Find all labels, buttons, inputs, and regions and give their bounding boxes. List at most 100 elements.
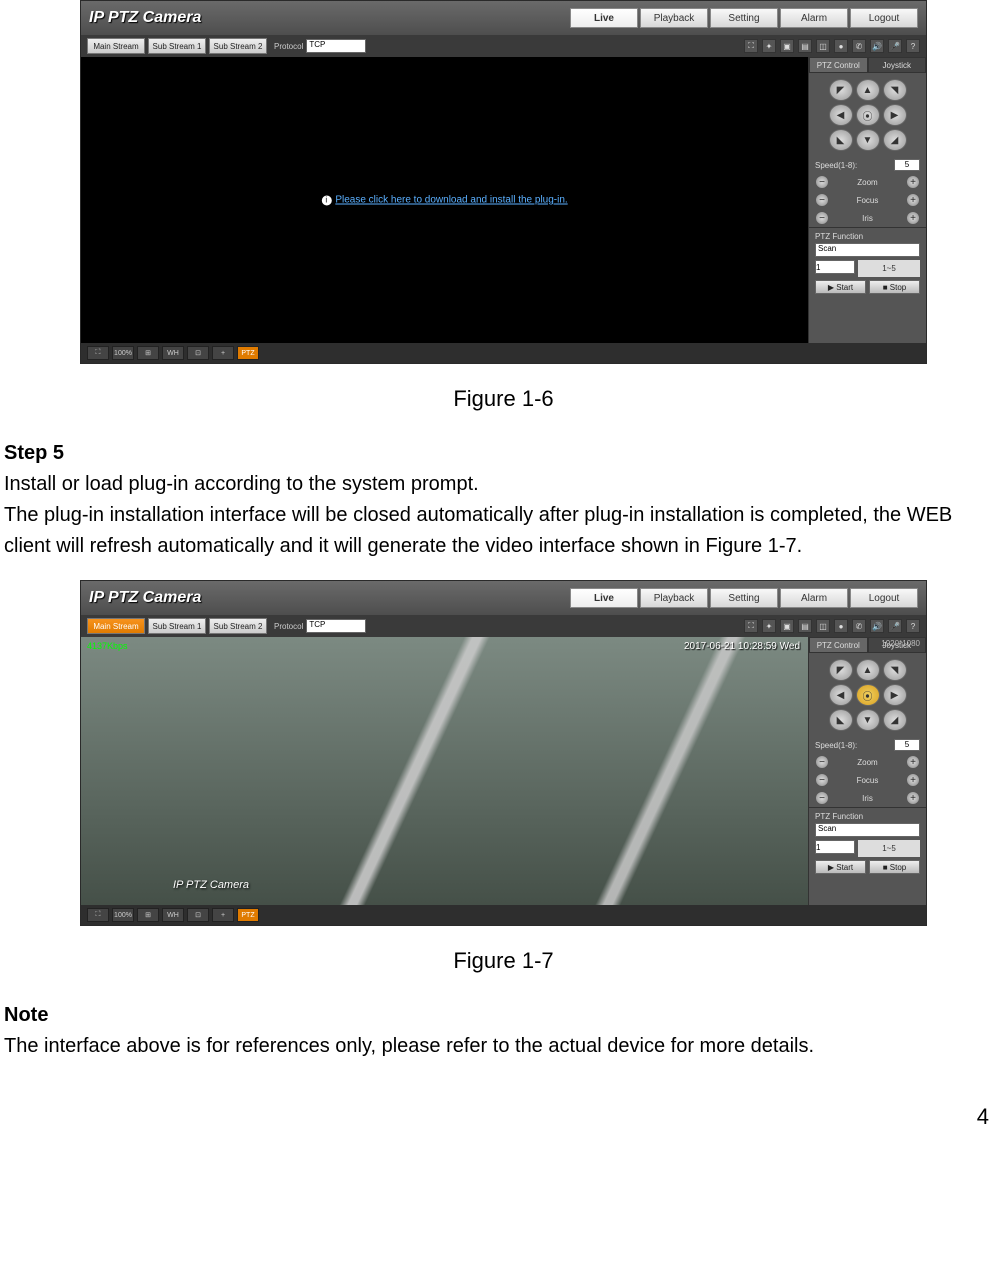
nav-tab-alarm[interactable]: Alarm — [780, 8, 848, 28]
stream-sub2-2[interactable]: Sub Stream 2 — [209, 618, 267, 634]
focus-near-button-2[interactable]: − — [815, 773, 829, 787]
snapshot-icon-2[interactable]: ▣ — [780, 619, 794, 633]
ptz-left-icon-2[interactable]: ◀ — [829, 684, 853, 706]
help-icon-2[interactable]: ? — [906, 619, 920, 633]
stream-sub2[interactable]: Sub Stream 2 — [209, 38, 267, 54]
stream-sub1-2[interactable]: Sub Stream 1 — [148, 618, 206, 634]
zoom-in-button-2[interactable]: + — [906, 755, 920, 769]
footer-fit-icon[interactable]: ⛶ — [87, 346, 109, 360]
zoom-out-button[interactable]: − — [815, 175, 829, 189]
nav-tab-logout[interactable]: Logout — [850, 8, 918, 28]
ptz-up-left-icon-2[interactable]: ◤ — [829, 659, 853, 681]
protocol-select[interactable]: TCP — [306, 39, 366, 53]
focus-far-button-2[interactable]: + — [906, 773, 920, 787]
ptz-center-icon[interactable]: ⦿ — [856, 104, 880, 126]
ptz-right-icon[interactable]: ▶ — [883, 104, 907, 126]
ptz-up-right-icon-2[interactable]: ◥ — [883, 659, 907, 681]
zoom-in-button[interactable]: + — [906, 175, 920, 189]
zoom-area-icon-2[interactable]: ◫ — [816, 619, 830, 633]
iris-open-button[interactable]: + — [906, 211, 920, 225]
iris-open-button-2[interactable]: + — [906, 791, 920, 805]
footer-plus-icon-2[interactable]: + — [212, 908, 234, 922]
ptz-right-icon-2[interactable]: ▶ — [883, 684, 907, 706]
ptz-stop-button-2[interactable]: ■ Stop — [869, 860, 920, 874]
footer-wh-button[interactable]: WH — [162, 346, 184, 360]
ptz-up-icon-2[interactable]: ▲ — [856, 659, 880, 681]
footer-fit-icon-2[interactable]: ⛶ — [87, 908, 109, 922]
ptz-down-icon-2[interactable]: ▼ — [856, 709, 880, 731]
ptz-down-left-icon-2[interactable]: ◣ — [829, 709, 853, 731]
nav-tab-alarm-2[interactable]: Alarm — [780, 588, 848, 608]
app-title: IP PTZ Camera — [89, 9, 570, 27]
ptz-down-left-icon[interactable]: ◣ — [829, 129, 853, 151]
iris-close-button-2[interactable]: − — [815, 791, 829, 805]
zoom-out-button-2[interactable]: − — [815, 755, 829, 769]
stream-main-2[interactable]: Main Stream — [87, 618, 145, 634]
ptz-down-right-icon[interactable]: ◢ — [883, 129, 907, 151]
footer-ptz-button[interactable]: PTZ — [237, 346, 259, 360]
ptz-tab-control[interactable]: PTZ Control — [809, 57, 868, 73]
ptz-up-icon[interactable]: ▲ — [856, 79, 880, 101]
ptz-speed-select[interactable]: 5 — [894, 159, 920, 171]
nav-tab-logout-2[interactable]: Logout — [850, 588, 918, 608]
ptz-function-select-2[interactable]: Scan — [815, 823, 920, 837]
adjust-icon-2[interactable]: ✦ — [762, 619, 776, 633]
footer-full-icon-2[interactable]: ⊡ — [187, 908, 209, 922]
nav-tab-setting-2[interactable]: Setting — [710, 588, 778, 608]
mic-icon[interactable]: 🎤 — [888, 39, 902, 53]
ptz-function-select[interactable]: Scan — [815, 243, 920, 257]
focus-far-button[interactable]: + — [906, 193, 920, 207]
fullscreen-icon[interactable]: ⛶ — [744, 39, 758, 53]
stream-sub1[interactable]: Sub Stream 1 — [148, 38, 206, 54]
note-block: Note The interface above is for referenc… — [0, 1000, 1007, 1062]
ptz-preset-input-2[interactable] — [815, 840, 855, 854]
record-icon-2[interactable]: ● — [834, 619, 848, 633]
ptz-start-button-2[interactable]: ▶ Start — [815, 860, 866, 874]
ptz-speed-select-2[interactable]: 5 — [894, 739, 920, 751]
footer-plus-icon[interactable]: + — [212, 346, 234, 360]
footer-ptz-button-2[interactable]: PTZ — [237, 908, 259, 922]
ptz-left-icon[interactable]: ◀ — [829, 104, 853, 126]
protocol-select-2[interactable]: TCP — [306, 619, 366, 633]
footer-wh-button-2[interactable]: WH — [162, 908, 184, 922]
ptz-tab-control-2[interactable]: PTZ Control — [809, 637, 868, 653]
footer-100pct-button[interactable]: 100% — [112, 346, 134, 360]
ptz-center-icon-2[interactable]: ⦿ — [856, 684, 880, 706]
footer-original-icon[interactable]: ⊞ — [137, 346, 159, 360]
zoom-label-2: Zoom — [833, 758, 902, 767]
triple-snap-icon-2[interactable]: ▤ — [798, 619, 812, 633]
iris-close-button[interactable]: − — [815, 211, 829, 225]
audio-icon-2[interactable]: 🔊 — [870, 619, 884, 633]
stream-main[interactable]: Main Stream — [87, 38, 145, 54]
ptz-start-button[interactable]: ▶ Start — [815, 280, 866, 294]
nav-tab-live[interactable]: Live — [570, 8, 638, 28]
help-icon[interactable]: ? — [906, 39, 920, 53]
fullscreen-icon-2[interactable]: ⛶ — [744, 619, 758, 633]
audio-icon[interactable]: 🔊 — [870, 39, 884, 53]
zoom-area-icon[interactable]: ◫ — [816, 39, 830, 53]
iris-label-2: Iris — [833, 794, 902, 803]
adjust-icon[interactable]: ✦ — [762, 39, 776, 53]
nav-tab-live-2[interactable]: Live — [570, 588, 638, 608]
ptz-up-right-icon[interactable]: ◥ — [883, 79, 907, 101]
plugin-download-link[interactable]: Please click here to download and instal… — [335, 195, 567, 206]
ptz-up-left-icon[interactable]: ◤ — [829, 79, 853, 101]
footer-original-icon-2[interactable]: ⊞ — [137, 908, 159, 922]
ptz-stop-button[interactable]: ■ Stop — [869, 280, 920, 294]
talk-icon-2[interactable]: ✆ — [852, 619, 866, 633]
ptz-preset-input[interactable] — [815, 260, 855, 274]
triple-snap-icon[interactable]: ▤ — [798, 39, 812, 53]
footer-full-icon[interactable]: ⊡ — [187, 346, 209, 360]
ptz-tab-joystick[interactable]: Joystick — [868, 57, 927, 73]
nav-tab-setting[interactable]: Setting — [710, 8, 778, 28]
nav-tab-playback[interactable]: Playback — [640, 8, 708, 28]
footer-100pct-button-2[interactable]: 100% — [112, 908, 134, 922]
ptz-down-right-icon-2[interactable]: ◢ — [883, 709, 907, 731]
focus-near-button[interactable]: − — [815, 193, 829, 207]
record-icon[interactable]: ● — [834, 39, 848, 53]
ptz-down-icon[interactable]: ▼ — [856, 129, 880, 151]
snapshot-icon[interactable]: ▣ — [780, 39, 794, 53]
mic-icon-2[interactable]: 🎤 — [888, 619, 902, 633]
nav-tab-playback-2[interactable]: Playback — [640, 588, 708, 608]
talk-icon[interactable]: ✆ — [852, 39, 866, 53]
